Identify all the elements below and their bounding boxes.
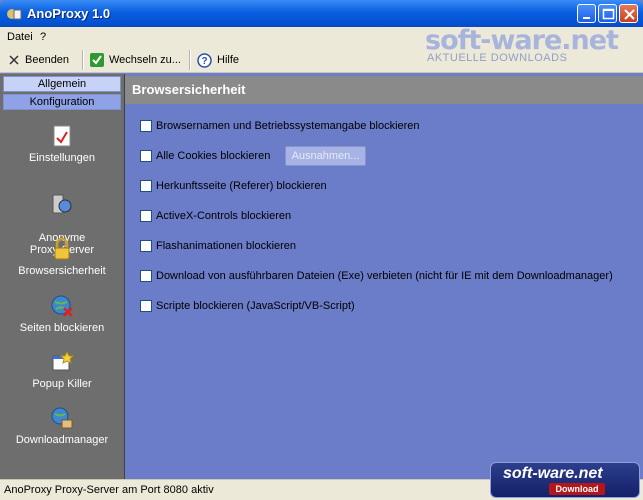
- sidebar: Allgemein Konfiguration Einstellungen An…: [0, 74, 125, 479]
- minimize-icon: [583, 17, 590, 19]
- switch-label: Wechseln zu...: [109, 54, 181, 66]
- sidebar-tab-allgemein[interactable]: Allgemein: [3, 76, 121, 92]
- settings-icon: [53, 125, 71, 147]
- option-scripts[interactable]: Scripte blockieren (JavaScript/VB-Script…: [140, 300, 355, 312]
- sidebar-item-popup-killer[interactable]: Popup Killer: [3, 350, 121, 390]
- checkbox[interactable]: [140, 270, 152, 282]
- checkbox[interactable]: [140, 180, 152, 192]
- help-button[interactable]: ? Hilfe: [197, 50, 239, 70]
- toolbar-separator: [82, 50, 83, 70]
- checkbox[interactable]: [140, 150, 152, 162]
- option-label: ActiveX-Controls blockieren: [156, 210, 292, 222]
- sidebar-panel: Einstellungen Anonyme Proxy-Server Brows…: [3, 112, 121, 476]
- exceptions-button[interactable]: Ausnahmen...: [285, 146, 366, 166]
- svg-text:?: ?: [201, 56, 207, 67]
- sidebar-item-label: Browsersicherheit: [18, 265, 106, 277]
- close-button[interactable]: [619, 4, 638, 23]
- option-label: Scripte blockieren (JavaScript/VB-Script…: [156, 300, 355, 312]
- option-referer[interactable]: Herkunftsseite (Referer) blockieren: [140, 180, 327, 192]
- download-badge: soft-ware.net Download: [490, 462, 640, 498]
- page-title: Browsersicherheit: [125, 76, 643, 104]
- sidebar-tab-konfiguration[interactable]: Konfiguration: [3, 94, 121, 110]
- sidebar-item-label: Einstellungen: [28, 152, 96, 164]
- badge-logo: soft-ware.net: [503, 465, 603, 482]
- close-x-icon: [9, 55, 19, 65]
- sidebar-item-label: Downloadmanager: [15, 434, 109, 446]
- download-icon: [51, 407, 73, 429]
- exit-button[interactable]: Beenden: [8, 50, 69, 70]
- checkbox[interactable]: [140, 240, 152, 252]
- checkbox[interactable]: [140, 300, 152, 312]
- exit-label: Beenden: [25, 54, 70, 66]
- minimize-button[interactable]: [577, 4, 596, 23]
- globe-block-icon: [51, 295, 73, 317]
- checkbox[interactable]: [140, 210, 152, 222]
- maximize-icon: [602, 8, 615, 20]
- watermark: soft-ware.net AKTUELLE DOWNLOADS: [425, 25, 643, 69]
- toolbar-separator: [189, 50, 190, 70]
- close-icon: [624, 9, 635, 20]
- option-browsernamen[interactable]: Browsernamen und Betriebssystemangabe bl…: [140, 120, 420, 132]
- title-bar[interactable]: AnoProxy 1.0: [0, 0, 643, 27]
- menu-help[interactable]: ?: [40, 31, 46, 43]
- option-exe-download[interactable]: Download von ausführbaren Dateien (Exe) …: [140, 270, 613, 282]
- maximize-button[interactable]: [598, 4, 617, 23]
- sidebar-item-browsersicherheit[interactable]: Browsersicherheit: [3, 237, 121, 277]
- watermark-tagline: AKTUELLE DOWNLOADS: [427, 52, 568, 64]
- option-label: Flashanimationen blockieren: [156, 240, 297, 252]
- option-cookies[interactable]: Alle Cookies blockieren: [140, 150, 270, 162]
- checkbox[interactable]: [140, 120, 152, 132]
- content-panel: Browsersicherheit Browsernamen und Betri…: [125, 74, 643, 479]
- help-icon: ?: [197, 52, 212, 68]
- sidebar-item-label: Seiten blockieren: [19, 322, 105, 334]
- sidebar-item-einstellungen[interactable]: Einstellungen: [3, 124, 121, 164]
- app-icon: [7, 9, 22, 20]
- help-label: Hilfe: [217, 54, 240, 66]
- option-label: Browsernamen und Betriebssystemangabe bl…: [156, 120, 420, 132]
- option-flash[interactable]: Flashanimationen blockieren: [140, 240, 296, 252]
- option-label: Download von ausführbaren Dateien (Exe) …: [156, 270, 613, 282]
- sidebar-item-label: Popup Killer: [32, 378, 92, 390]
- status-text: AnoProxy Proxy-Server am Port 8080 aktiv: [4, 484, 214, 496]
- badge-download-label: Download: [549, 483, 605, 495]
- sidebar-item-downloadmanager[interactable]: Downloadmanager: [3, 406, 121, 446]
- option-label: Herkunftsseite (Referer) blockieren: [156, 180, 327, 192]
- checkmark-icon: [90, 53, 104, 67]
- switch-button[interactable]: Wechseln zu...: [90, 50, 181, 70]
- menu-datei[interactable]: Datei: [7, 31, 33, 43]
- popup-icon: [52, 350, 74, 371]
- lock-icon: [54, 237, 70, 260]
- option-activex[interactable]: ActiveX-Controls blockieren: [140, 210, 291, 222]
- proxy-server-icon: [52, 194, 72, 214]
- window-title: AnoProxy 1.0: [27, 6, 111, 21]
- sidebar-item-seiten-blockieren[interactable]: Seiten blockieren: [3, 294, 121, 334]
- option-label: Alle Cookies blockieren: [156, 150, 271, 162]
